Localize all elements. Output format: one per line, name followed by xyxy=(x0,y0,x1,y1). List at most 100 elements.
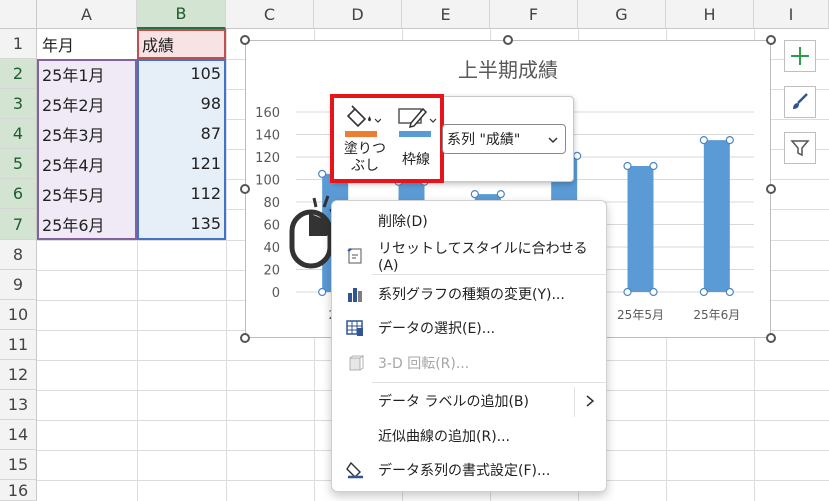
cell-b6[interactable]: 112 xyxy=(137,179,226,208)
y-tick-label: 160 xyxy=(255,106,280,121)
row-header-5[interactable]: 5 xyxy=(0,149,37,179)
context-menu: 削除(D) リセットしてスタイルに合わせる(A) 系列グラフの種類の変更(Y).… xyxy=(331,200,607,492)
cell-a3[interactable]: 25年2月 xyxy=(37,89,137,118)
bar-selection-handle[interactable] xyxy=(470,190,479,199)
menu-item-format-series[interactable]: データ系列の書式設定(F)... xyxy=(332,455,606,485)
chart-styles-button[interactable] xyxy=(784,86,816,118)
row-header-2[interactable]: 2 xyxy=(0,59,37,89)
series-selector[interactable]: 系列 "成績" xyxy=(442,124,566,154)
brush-icon xyxy=(793,93,808,109)
column-header-a[interactable]: A xyxy=(37,0,137,29)
cell-b4[interactable]: 87 xyxy=(137,119,226,148)
menu-item-label: 系列グラフの種類の変更(Y)... xyxy=(378,287,565,303)
row-header-11[interactable]: 11 xyxy=(0,330,37,360)
cell-b7[interactable]: 135 xyxy=(137,209,226,238)
bar-selection-handle[interactable] xyxy=(725,136,734,145)
bar-selection-handle[interactable] xyxy=(649,161,658,171)
x-tick-label: 25年6月 xyxy=(693,308,740,322)
row-header-1[interactable]: 1 xyxy=(0,29,37,59)
menu-item-reset-style[interactable]: リセットしてスタイルに合わせる(A) xyxy=(332,241,606,274)
series-selector-value: 系列 "成績" xyxy=(447,132,521,148)
row-header-4[interactable]: 4 xyxy=(0,119,37,149)
menu-item-label: 削除(D) xyxy=(378,214,428,230)
submenu-divider xyxy=(574,387,575,417)
chart-filters-button[interactable] xyxy=(784,132,816,164)
y-tick-label: 100 xyxy=(255,174,280,189)
column-header-b[interactable]: B xyxy=(137,0,226,29)
bar-selection-handle[interactable] xyxy=(623,161,632,171)
row-header-6[interactable]: 6 xyxy=(0,179,37,209)
menu-item-label: データ ラベルの追加(B) xyxy=(378,394,529,410)
menu-item-label: リセットしてスタイルに合わせる(A) xyxy=(378,241,588,274)
menu-item-delete[interactable]: 削除(D) xyxy=(332,206,606,236)
chart-resize-handle[interactable] xyxy=(766,184,776,194)
format-series-icon xyxy=(346,461,363,479)
column-header-h[interactable]: H xyxy=(666,0,754,29)
chart-resize-handle[interactable] xyxy=(766,333,776,343)
row-header-15[interactable]: 15 xyxy=(0,450,37,480)
row-header-16[interactable]: 16 xyxy=(0,480,37,501)
column-header-f[interactable]: F xyxy=(490,0,578,29)
y-tick-label: 140 xyxy=(255,129,280,144)
menu-item-label: データの選択(E)... xyxy=(378,321,496,337)
cell-a7[interactable]: 25年6月 xyxy=(37,209,137,238)
cell-a1[interactable]: 年月 xyxy=(37,29,137,58)
cell-b3[interactable]: 98 xyxy=(137,89,226,118)
row-header-12[interactable]: 12 xyxy=(0,360,37,390)
chart-elements-button[interactable] xyxy=(784,40,816,72)
chart-resize-handle[interactable] xyxy=(240,35,250,45)
bar-selection-handle[interactable] xyxy=(573,151,582,160)
chart-bar[interactable] xyxy=(627,166,654,292)
cell-b5[interactable]: 121 xyxy=(137,149,226,178)
menu-item-add-trendline[interactable]: 近似曲線の追加(R)... xyxy=(332,421,606,451)
chart-resize-handle[interactable] xyxy=(240,184,250,194)
chart-resize-handle[interactable] xyxy=(766,35,776,45)
y-tick-label: 120 xyxy=(255,151,280,166)
highlight-frame xyxy=(330,94,444,183)
column-header-d[interactable]: D xyxy=(314,0,402,29)
bar-selection-handle[interactable] xyxy=(725,287,734,297)
y-tick-label: 20 xyxy=(263,264,280,279)
cell-a6[interactable]: 25年5月 xyxy=(37,179,137,208)
row-header-3[interactable]: 3 xyxy=(0,89,37,119)
cell-a4[interactable]: 25年3月 xyxy=(37,119,137,148)
chart-resize-handle[interactable] xyxy=(503,35,513,45)
chart-title[interactable]: 上半期成績 xyxy=(458,58,558,82)
x-tick-label: 25年5月 xyxy=(617,308,664,322)
row-header-8[interactable]: 8 xyxy=(0,240,37,270)
menu-item-label: データ系列の書式設定(F)... xyxy=(378,463,551,479)
cell-a5[interactable]: 25年4月 xyxy=(37,149,137,178)
y-tick-label: 40 xyxy=(263,241,280,256)
column-header-e[interactable]: E xyxy=(402,0,490,29)
bar-selection-handle[interactable] xyxy=(699,136,708,145)
row-header-7[interactable]: 7 xyxy=(0,209,37,240)
row-header-9[interactable]: 9 xyxy=(0,270,37,300)
menu-item-add-data-labels[interactable]: データ ラベルの追加(B) xyxy=(332,386,606,416)
menu-item-label: 3-D 回転(R)... xyxy=(378,356,470,372)
cell-a2[interactable]: 25年1月 xyxy=(37,59,137,88)
chart-resize-handle[interactable] xyxy=(240,333,250,343)
row-header-14[interactable]: 14 xyxy=(0,420,37,450)
menu-item-3d-rotation: 3-D 回転(R)... xyxy=(332,348,606,378)
row-header-13[interactable]: 13 xyxy=(0,390,37,420)
chart-bar[interactable] xyxy=(703,140,730,292)
menu-item-select-data[interactable]: データの選択(E)... xyxy=(332,313,606,343)
bar-selection-handle[interactable] xyxy=(623,287,632,297)
column-header-g[interactable]: G xyxy=(578,0,666,29)
y-tick-label: 60 xyxy=(263,219,280,234)
select-all-corner[interactable] xyxy=(0,0,37,29)
bar-selection-handle[interactable] xyxy=(318,287,327,297)
bar-selection-handle[interactable] xyxy=(649,287,658,297)
menu-item-change-chart-type[interactable]: 系列グラフの種類の変更(Y)... xyxy=(332,279,606,309)
cell-b2[interactable]: 105 xyxy=(137,59,226,88)
menu-separator xyxy=(372,274,606,275)
column-header-c[interactable]: C xyxy=(226,0,314,29)
column-header-i[interactable]: I xyxy=(754,0,829,29)
cell-b1[interactable]: 成績 xyxy=(137,29,226,58)
bar-selection-handle[interactable] xyxy=(699,287,708,297)
y-tick-label: 0 xyxy=(272,286,280,301)
chevron-right-icon xyxy=(586,395,595,407)
bar-selection-handle[interactable] xyxy=(496,190,505,199)
bar-selection-handle[interactable] xyxy=(318,169,327,178)
row-header-10[interactable]: 10 xyxy=(0,300,37,330)
